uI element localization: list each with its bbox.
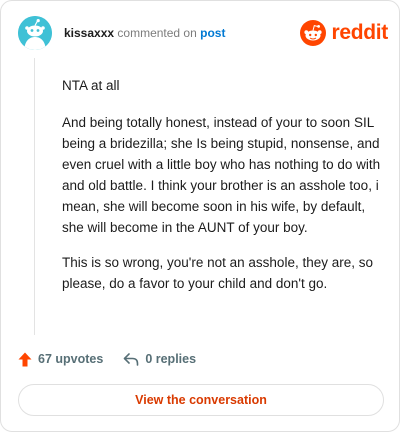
upvotes-count: 67 upvotes <box>38 352 104 366</box>
reddit-logo[interactable]: reddit <box>300 20 388 46</box>
view-conversation-button[interactable]: View the conversation <box>18 384 384 416</box>
comment-card: kissaxxx commented on post reddit NTA at… <box>0 0 400 432</box>
comment-paragraph: NTA at all <box>62 78 120 93</box>
comment-paragraph: This is so wrong, you're not an asshole,… <box>62 255 373 291</box>
comment-body: NTA at all And being totally honest, ins… <box>62 75 382 308</box>
comment-author[interactable]: kissaxxx <box>64 26 114 40</box>
snoo-avatar-icon[interactable] <box>18 16 52 50</box>
upvotes-stat[interactable]: 67 upvotes <box>18 352 103 367</box>
replies-stat[interactable]: 0 replies <box>123 352 196 366</box>
comment-header: kissaxxx commented on post reddit <box>18 16 388 52</box>
post-link[interactable]: post <box>200 26 225 40</box>
comment-footer: 67 upvotes 0 replies <box>18 349 196 369</box>
thread-line <box>34 58 35 335</box>
reply-arrow-icon <box>124 353 139 366</box>
brand-wordmark: reddit <box>331 21 388 44</box>
reddit-alien-icon <box>300 20 327 46</box>
comment-meta: kissaxxx commented on post <box>64 26 225 40</box>
replies-count: 0 replies <box>145 352 197 366</box>
upvote-arrow-icon <box>18 352 32 366</box>
comment-paragraph: And being totally honest, instead of you… <box>62 115 381 235</box>
comment-action-text: commented on <box>117 26 197 40</box>
